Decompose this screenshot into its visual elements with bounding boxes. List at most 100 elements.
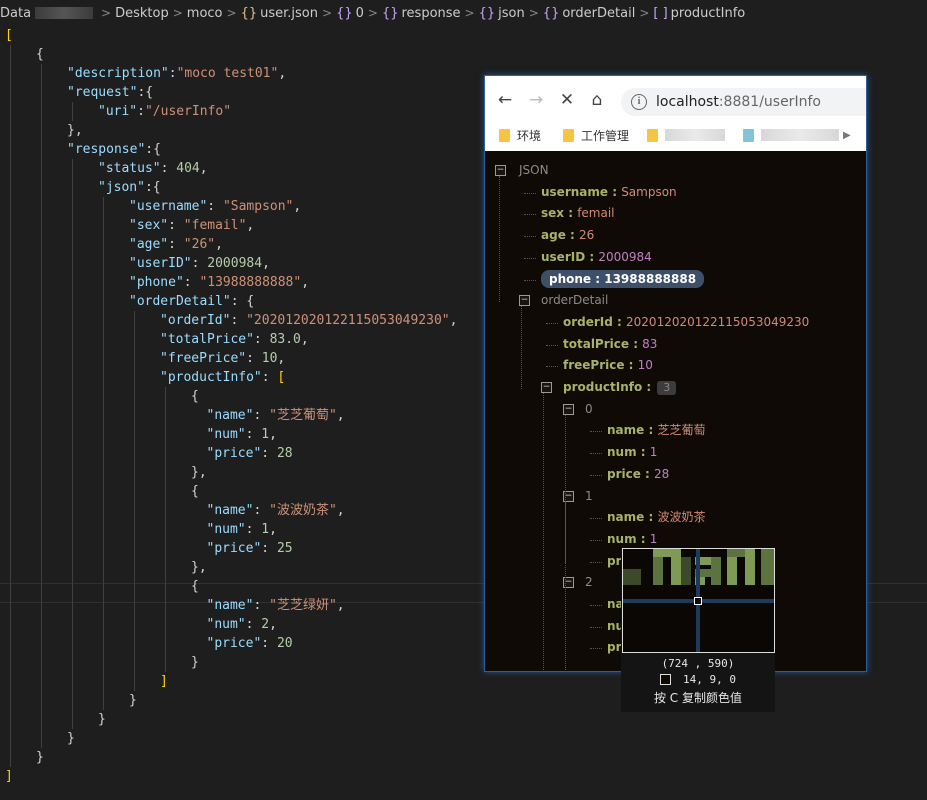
breadcrumb-item[interactable]: > moco xyxy=(169,6,223,21)
json-property-row[interactable]: name : 波波奶茶 xyxy=(607,507,705,527)
json-key: freePrice xyxy=(563,358,625,373)
tree-line xyxy=(524,192,536,194)
code-token: : xyxy=(246,351,262,366)
bookmarks-overflow-icon[interactable]: ▶ xyxy=(843,130,851,141)
json-group-row[interactable]: 2 xyxy=(585,572,593,592)
tree-line xyxy=(524,257,536,259)
json-property-row[interactable]: phone : 13988888888 xyxy=(541,269,705,289)
code-token: , xyxy=(449,313,458,328)
stop-loading-icon[interactable]: ✕ xyxy=(556,90,578,110)
code-line: "json":{ xyxy=(98,178,161,197)
json-value: 芝芝葡萄 xyxy=(657,423,706,438)
code-line: "sex": "femail", xyxy=(129,216,254,235)
bookmark-folder-work[interactable]: 工作管理 xyxy=(563,127,629,144)
json-property-row[interactable]: sex : femail xyxy=(541,203,615,223)
collapse-toggle-icon[interactable]: − xyxy=(495,165,506,176)
json-key: orderId xyxy=(563,314,613,329)
chevron-right-icon: > xyxy=(172,6,183,20)
code-line: "freePrice": 10, xyxy=(160,349,285,368)
code-token: : xyxy=(168,66,177,81)
code-token: "name" xyxy=(206,598,254,613)
code-line: [ xyxy=(5,26,13,45)
json-property-row[interactable]: age : 26 xyxy=(541,225,594,245)
json-property-row[interactable]: totalPrice : 83 xyxy=(563,334,657,354)
code-token: : xyxy=(253,503,270,518)
code-token: "json" xyxy=(98,180,145,195)
breadcrumb-item[interactable]: >{} orderDetail xyxy=(525,6,636,21)
code-line: "productInfo": [ xyxy=(160,368,285,387)
bookmark-folder-env[interactable]: 环境 xyxy=(499,127,541,144)
breadcrumb-label: 0 xyxy=(355,5,364,21)
address-bar[interactable]: i localhost:8881/userInfo xyxy=(621,88,866,116)
json-group-row[interactable]: 1 xyxy=(585,486,593,506)
code-token: "femail" xyxy=(183,218,247,233)
code-token: , xyxy=(293,199,302,214)
code-token: "num" xyxy=(206,427,246,442)
tree-line xyxy=(524,279,536,281)
json-property-row[interactable]: freePrice : 10 xyxy=(563,355,653,375)
magnified-pixel xyxy=(681,557,691,585)
blurred-path-segment xyxy=(35,7,94,19)
json-colon: : xyxy=(585,249,599,264)
breadcrumb-item[interactable]: >{} 0 xyxy=(318,6,364,21)
json-property-row[interactable]: price : 28 xyxy=(607,464,669,484)
code-line: "num": 2, xyxy=(207,615,277,634)
json-colon: : xyxy=(644,423,658,438)
json-group-row[interactable]: orderDetail xyxy=(541,290,608,310)
collapse-toggle-icon[interactable]: − xyxy=(541,382,552,393)
indent-guide xyxy=(103,197,104,710)
code-token: : xyxy=(261,541,277,556)
code-token: }, xyxy=(67,123,83,138)
breadcrumb-item[interactable]: >[ ] productInfo xyxy=(635,6,745,21)
breadcrumb-label: orderDetail xyxy=(562,5,636,21)
code-line: } xyxy=(98,710,106,729)
json-property-row[interactable]: num : 1 xyxy=(607,442,657,462)
breadcrumb-item[interactable]: Data xyxy=(0,6,97,21)
code-token: : xyxy=(168,237,184,252)
magnified-pixel xyxy=(745,549,755,585)
json-value: 13988888888 xyxy=(604,271,697,286)
json-property-row[interactable]: num : 1 xyxy=(607,529,657,549)
magnified-pixel xyxy=(623,569,641,585)
breadcrumb-item[interactable]: > Desktop xyxy=(97,6,169,21)
tree-line xyxy=(543,393,544,670)
json-group-row[interactable]: 0 xyxy=(585,399,593,419)
bookmark-blurred-2[interactable] xyxy=(743,128,840,142)
url-path: :8881/userInfo xyxy=(718,94,821,110)
collapse-toggle-icon[interactable]: − xyxy=(519,295,530,307)
code-token: , xyxy=(336,503,345,518)
collapse-toggle-icon[interactable]: − xyxy=(563,403,574,415)
json-group-row[interactable]: productInfo :3 xyxy=(563,377,677,397)
code-token: "波波奶茶" xyxy=(269,503,337,518)
site-info-icon[interactable]: i xyxy=(631,94,647,110)
code-token: "userID" xyxy=(129,256,192,271)
code-token: : xyxy=(160,161,177,176)
code-token: 83.0 xyxy=(269,332,301,347)
array-icon: [ ] xyxy=(653,5,668,21)
tree-line xyxy=(590,626,602,628)
code-token: } xyxy=(129,693,137,708)
json-property-row[interactable]: orderId : 202012020122115053049230 xyxy=(563,312,809,332)
json-property-row[interactable]: name : 芝芝葡萄 xyxy=(607,420,705,440)
json-property-row[interactable]: userID : 2000984 xyxy=(541,247,652,267)
code-token: "name" xyxy=(206,503,254,518)
code-line: "name": "芝芝绿妍", xyxy=(207,596,345,615)
home-icon[interactable]: ⌂ xyxy=(586,90,608,110)
json-property-row[interactable]: username : Sampson xyxy=(541,182,677,202)
chevron-right-icon: > xyxy=(528,6,539,20)
code-line: "orderDetail": { xyxy=(129,292,254,311)
bookmark-blurred-1[interactable] xyxy=(647,128,726,142)
breadcrumb: Data > Desktop > moco >{} user.json >{} 0 >{} resp… xyxy=(0,0,927,26)
tree-line xyxy=(590,648,602,650)
forward-icon[interactable]: → xyxy=(525,90,547,110)
json-key: name xyxy=(607,510,645,525)
json-key: 0 xyxy=(585,401,593,416)
breadcrumb-item[interactable]: >{} user.json xyxy=(223,6,318,21)
breadcrumb-item[interactable]: >{} json xyxy=(461,6,525,21)
json-colon: : xyxy=(640,466,655,481)
array-count-badge: 3 xyxy=(657,381,677,395)
back-icon[interactable]: ← xyxy=(494,90,516,110)
code-token: , xyxy=(199,161,208,176)
code-token: 1 xyxy=(261,522,270,537)
breadcrumb-item[interactable]: >{} response xyxy=(364,6,461,21)
